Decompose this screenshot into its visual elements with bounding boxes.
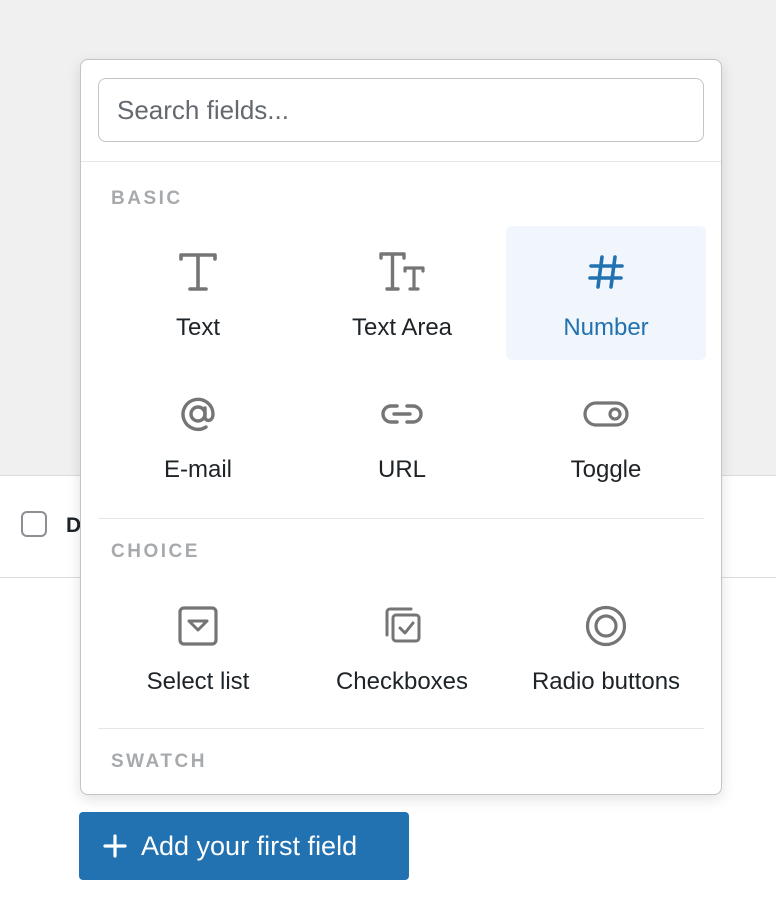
field-label: Toggle bbox=[570, 456, 642, 483]
toggle-icon bbox=[506, 390, 706, 438]
field-label: Number bbox=[563, 314, 649, 341]
text-icon bbox=[98, 248, 298, 296]
add-first-field-button[interactable]: Add your first field bbox=[79, 812, 409, 880]
field-select-list[interactable]: Select list bbox=[98, 580, 298, 714]
divider bbox=[81, 161, 721, 162]
select-all-checkbox[interactable] bbox=[21, 511, 47, 537]
field-checkboxes[interactable]: Checkboxes bbox=[302, 580, 502, 714]
field-number[interactable]: Number bbox=[506, 226, 706, 360]
field-text-area[interactable]: Text Area bbox=[302, 226, 502, 360]
field-email[interactable]: E-mail bbox=[98, 368, 298, 502]
field-label: Text Area bbox=[351, 314, 453, 341]
field-toggle[interactable]: Toggle bbox=[506, 368, 706, 502]
field-text[interactable]: Text bbox=[98, 226, 298, 360]
section-title-swatch: SWATCH bbox=[111, 751, 207, 772]
text-area-icon bbox=[302, 248, 502, 296]
field-label: URL bbox=[377, 456, 426, 483]
link-icon bbox=[302, 390, 502, 438]
field-radio-buttons[interactable]: Radio buttons bbox=[506, 580, 706, 714]
field-label: E-mail bbox=[163, 456, 232, 483]
radio-icon bbox=[506, 602, 706, 650]
plus-icon bbox=[103, 834, 127, 858]
field-label: Text bbox=[175, 314, 220, 341]
field-label: Checkboxes bbox=[335, 668, 469, 695]
hash-icon bbox=[506, 248, 706, 296]
select-list-icon bbox=[98, 602, 298, 650]
field-label: Radio buttons bbox=[531, 668, 681, 695]
add-first-field-label: Add your first field bbox=[141, 830, 358, 861]
section-title-choice: CHOICE bbox=[111, 541, 200, 562]
search-input[interactable] bbox=[98, 78, 704, 142]
field-label: Select list bbox=[146, 668, 250, 695]
at-icon bbox=[98, 390, 298, 438]
divider bbox=[98, 518, 704, 519]
field-picker-popup: BASIC Text Text Area Number bbox=[80, 59, 722, 795]
field-url[interactable]: URL bbox=[302, 368, 502, 502]
column-header-label: D bbox=[66, 514, 82, 537]
divider bbox=[98, 728, 704, 729]
search-wrapper bbox=[98, 78, 704, 142]
section-title-basic: BASIC bbox=[111, 188, 183, 209]
checkboxes-icon bbox=[302, 602, 502, 650]
